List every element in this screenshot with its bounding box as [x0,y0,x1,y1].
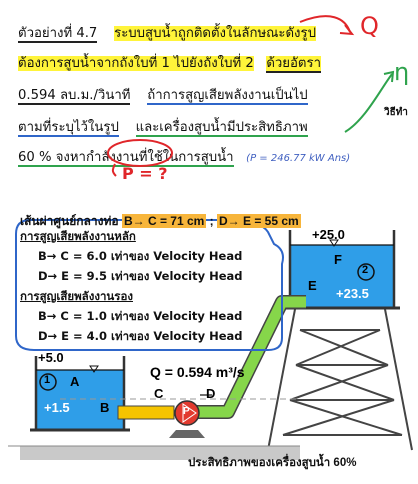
minor-loss-bc: B→ C = 1.0 เท่าของ Velocity Head [38,309,243,323]
tank-1-level: +5.0 [38,350,64,365]
tank-1-number: 1 [44,374,51,386]
point-d: D [206,386,216,401]
point-f: F [334,252,342,267]
diameter-bc: B→ C = 71 cm [121,214,207,228]
problem-statement: ตัวอย่างที่ 4.7 ระบบสูบน้ำถูกติดตั้งในลั… [0,0,418,190]
major-loss-bc: B→ C = 6.0 เท่าของ Velocity Head [38,249,243,263]
power-circle [107,139,173,167]
tank-2-level: +25.0 [312,227,345,242]
pump-efficiency-label: ประสิทธิภาพของเครื่องสูบน้ำ 60% [188,457,357,469]
pipe-b-c [117,405,175,420]
tank-2-number: 2 [362,264,369,276]
q-arrow [299,15,351,33]
major-loss-de: D→ E = 9.5 เท่าของ Velocity Head [38,269,243,283]
tank-2-pipe-level: +23.5 [336,286,369,301]
pump-base [169,430,205,438]
point-b: B [100,400,110,415]
diameter-sep: ; [209,214,214,228]
pump-label: P [183,406,190,417]
pump-system-figure: เส้นผ่าศูนย์กลางท่อ B→ C = 71 cm ; D→ E … [0,190,418,484]
q-mark: Q [360,12,379,40]
diameter-prefix: เส้นผ่าศูนย์กลางท่อ [20,214,119,228]
handwritten-marks [107,15,395,177]
solution-note: วิธีทำ [384,107,408,118]
p-pointer [111,163,117,177]
q-arrowhead [339,24,355,36]
major-losses-heading: การสูญเสียพลังงานหลัก [20,229,136,243]
eta-mark: η [394,58,410,86]
p-mark: P = ? [122,164,168,183]
eta-arrow [344,73,393,133]
minor-losses-heading: การสูญเสียพลังงานรอง [20,289,133,303]
point-e: E [308,278,317,293]
tower [267,303,413,451]
diagram-page: ตัวอย่างที่ 4.7 ระบบสูบน้ำถูกติดตั้งในลั… [0,0,418,484]
energy-losses-box: การสูญเสียพลังงานหลัก B→ C = 6.0 เท่าของ… [14,229,282,344]
minor-loss-de: D→ E = 4.0 เท่าของ Velocity Head [38,329,243,343]
point-c: C [154,386,164,401]
point-a: A [70,374,80,389]
flow-rate-label: Q = 0.594 m³/s [150,364,245,380]
tank-1-pipe-level: +1.5 [44,400,70,415]
diameter-de: D→ E = 55 cm [217,214,301,228]
